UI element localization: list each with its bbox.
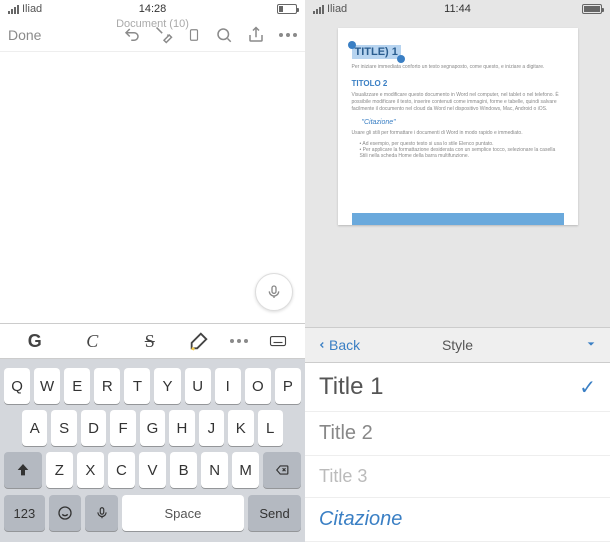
key-h[interactable]: H — [169, 410, 194, 446]
carrier-name: Iliad — [22, 3, 42, 15]
key-x[interactable]: X — [77, 452, 104, 488]
backspace-key[interactable] — [263, 452, 301, 488]
style-list: Title 1 ✓ Title 2 Title 3 Citazione — [305, 363, 610, 542]
key-n[interactable]: N — [201, 452, 228, 488]
mic-icon — [266, 284, 282, 300]
battery-icon — [277, 4, 297, 14]
style-title-3[interactable]: Title 3 — [305, 456, 610, 498]
battery-icon — [582, 4, 602, 14]
editor-screen: Iliad 14:28 Done Document (10) — [0, 0, 305, 542]
chevron-left-icon — [317, 338, 327, 352]
status-time: 11:44 — [444, 3, 471, 15]
key-k[interactable]: K — [228, 410, 253, 446]
bold-button[interactable]: G — [16, 331, 54, 352]
style-title-1[interactable]: Title 1 ✓ — [305, 363, 610, 412]
space-key[interactable]: Space — [122, 495, 244, 531]
document-preview[interactable]: TITLE) 1 Per iniziare immediata conforto… — [338, 28, 578, 225]
key-o[interactable]: O — [245, 368, 271, 404]
key-f[interactable]: F — [110, 410, 135, 446]
style-title-2[interactable]: Title 2 — [305, 412, 610, 456]
key-q[interactable]: Q — [4, 368, 30, 404]
key-i[interactable]: I — [215, 368, 241, 404]
collapse-button[interactable] — [584, 336, 598, 354]
more-icon[interactable] — [279, 33, 297, 37]
panel-title: Style — [442, 337, 473, 353]
caret-down-icon — [584, 339, 598, 349]
send-key[interactable]: Send — [248, 495, 301, 531]
format-bar: G C S — [0, 323, 305, 359]
numbers-key[interactable]: 123 — [4, 495, 45, 531]
keyboard: Q W E R T Y U I O P A S D F G H J K L — [0, 359, 305, 542]
key-m[interactable]: M — [232, 452, 259, 488]
document-title: Document (10) — [116, 18, 189, 30]
style-citazione[interactable]: Citazione — [305, 498, 610, 542]
key-j[interactable]: J — [199, 410, 224, 446]
selected-title: TITLE) 1 — [352, 45, 401, 59]
key-v[interactable]: V — [139, 452, 166, 488]
key-c[interactable]: C — [108, 452, 135, 488]
key-b[interactable]: B — [170, 452, 197, 488]
mic-key[interactable] — [85, 495, 118, 531]
key-z[interactable]: Z — [46, 452, 73, 488]
signal-icon — [8, 5, 19, 14]
shift-key[interactable] — [4, 452, 42, 488]
bullet-list: Ad esempio, per questo testo si usa lo s… — [352, 137, 564, 163]
key-w[interactable]: W — [34, 368, 60, 404]
mobile-icon[interactable] — [187, 26, 201, 44]
carrier: Iliad — [8, 3, 42, 15]
style-panel-header: Back Style — [305, 327, 610, 363]
italic-button[interactable]: C — [73, 331, 111, 352]
done-button[interactable]: Done — [8, 27, 41, 43]
strike-button[interactable]: S — [131, 331, 169, 352]
status-bar: Iliad 14:28 — [0, 0, 305, 18]
backspace-icon — [273, 463, 291, 477]
key-e[interactable]: E — [64, 368, 90, 404]
key-d[interactable]: D — [81, 410, 106, 446]
kbd-mic-icon — [95, 505, 109, 521]
key-t[interactable]: T — [124, 368, 150, 404]
emoji-key[interactable] — [49, 495, 82, 531]
key-l[interactable]: L — [258, 410, 283, 446]
key-y[interactable]: Y — [154, 368, 180, 404]
key-s[interactable]: S — [51, 410, 76, 446]
share-icon[interactable] — [247, 26, 265, 44]
keyboard-icon[interactable] — [267, 332, 289, 350]
key-u[interactable]: U — [185, 368, 211, 404]
shift-icon — [15, 462, 31, 478]
key-a[interactable]: A — [22, 410, 47, 446]
emoji-icon — [57, 505, 73, 521]
page-footer — [352, 213, 564, 225]
format-more-icon[interactable] — [230, 339, 248, 343]
signal-icon — [313, 5, 324, 14]
back-button[interactable]: Back — [317, 337, 360, 353]
check-icon: ✓ — [579, 375, 596, 400]
heading-2: TITOLO 2 — [352, 79, 564, 88]
quote-text: "Citazione" — [362, 119, 564, 126]
key-p[interactable]: P — [275, 368, 301, 404]
highlight-icon[interactable] — [188, 330, 210, 352]
key-g[interactable]: G — [140, 410, 165, 446]
body-text: Per iniziare immediata conforto un testo… — [352, 64, 564, 71]
editor-header: Done Document (10) — [0, 18, 305, 52]
search-icon[interactable] — [215, 26, 233, 44]
carrier-name: Iliad — [327, 3, 347, 15]
status-time: 14:28 — [139, 3, 167, 15]
dictation-button[interactable] — [255, 273, 293, 311]
document-canvas[interactable] — [0, 52, 305, 323]
status-bar-right: Iliad 11:44 — [305, 0, 610, 18]
style-screen: Iliad 11:44 TITLE) 1 Per iniziare immedi… — [305, 0, 610, 542]
key-r[interactable]: R — [94, 368, 120, 404]
